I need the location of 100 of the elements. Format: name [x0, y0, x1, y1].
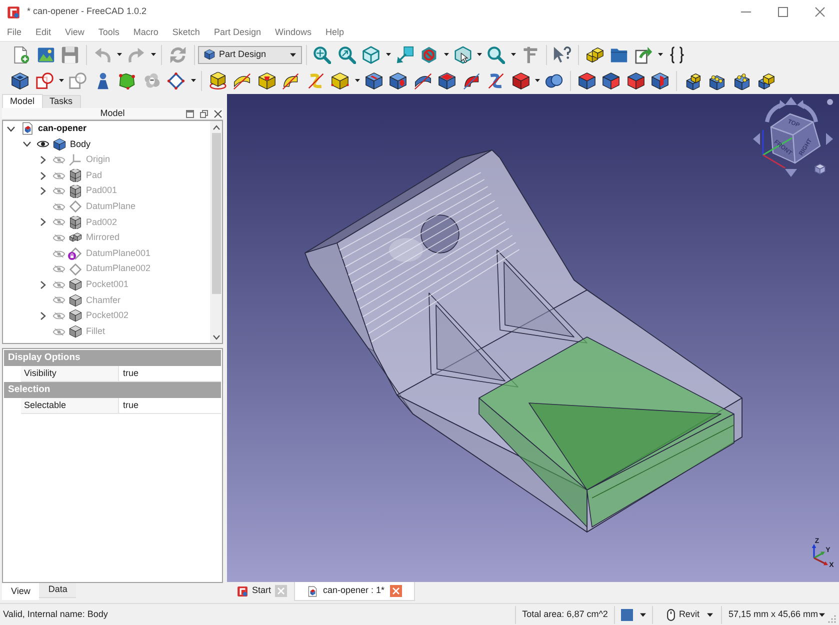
scrollbar-thumb[interactable]: [212, 133, 220, 294]
chevron-right-icon[interactable]: [39, 218, 47, 226]
curved-band-icon[interactable]: [414, 72, 432, 90]
arrow-right-icon[interactable]: [826, 133, 833, 145]
cube-slot-icon[interactable]: [364, 72, 383, 90]
cube-ring-icon[interactable]: [208, 72, 227, 90]
cube-top-face-icon[interactable]: [578, 72, 596, 90]
caret-icon[interactable]: [150, 53, 156, 56]
chevron-right-icon[interactable]: [39, 156, 47, 164]
menu-item[interactable]: View: [58, 26, 92, 40]
chevron-down-icon[interactable]: [212, 334, 220, 340]
curved-band-icon[interactable]: [233, 72, 252, 90]
close-icon[interactable]: [214, 110, 222, 118]
magnifier-icon[interactable]: [487, 46, 506, 64]
wireframe-cube-icon[interactable]: [362, 46, 380, 64]
cube-marked-top-icon[interactable]: [258, 72, 276, 90]
property-value[interactable]: true: [119, 398, 221, 414]
arrow-left-icon[interactable]: [753, 133, 760, 145]
dimensions-button[interactable]: 57,15 mm x 45,66 mm: [728, 608, 825, 622]
menu-item[interactable]: Edit: [28, 26, 58, 40]
menu-item[interactable]: Help: [318, 26, 351, 40]
cube-icon[interactable]: [512, 72, 530, 90]
menu-item[interactable]: Windows: [268, 26, 318, 40]
caret-icon[interactable]: [444, 53, 448, 56]
tree-item[interactable]: can-opener: [38, 122, 87, 136]
box-cursor-icon[interactable]: [454, 46, 472, 64]
chevron-right-icon[interactable]: [39, 172, 47, 180]
minimize-icon[interactable]: [740, 11, 750, 13]
circle-icon[interactable]: [827, 99, 833, 105]
tree-item[interactable]: Pocket001: [86, 278, 129, 292]
magnifier-arrow-icon[interactable]: [338, 46, 356, 64]
eye-icon[interactable]: [37, 140, 49, 148]
cube-stripe-icon[interactable]: [651, 72, 670, 90]
resize-grip-icon[interactable]: [828, 615, 836, 623]
sketch-shapes-icon[interactable]: [36, 72, 54, 90]
tab[interactable]: View: [2, 583, 40, 600]
tab[interactable]: Data: [39, 583, 76, 598]
tree-item[interactable]: DatumPlane: [86, 200, 136, 214]
rotate-left-icon[interactable]: [765, 100, 786, 122]
caret-icon[interactable]: [59, 79, 64, 82]
menu-item[interactable]: Sketch: [165, 26, 207, 40]
diamond-icon[interactable]: [167, 72, 186, 90]
menu-item[interactable]: Part Design: [206, 26, 268, 40]
tree-item[interactable]: Mirrored: [86, 231, 120, 245]
arrow-square-icon[interactable]: [396, 46, 414, 64]
notched-cube-icon[interactable]: [11, 72, 30, 90]
workbench-dropdown[interactable]: Part Design: [198, 46, 302, 64]
stacked-cubes-icon[interactable]: [757, 72, 776, 90]
caret-icon[interactable]: [510, 53, 516, 56]
chevron-right-icon[interactable]: [39, 312, 47, 320]
cursor-question-icon[interactable]: [553, 46, 572, 64]
faded-shapes-icon[interactable]: [69, 72, 88, 90]
cube-side-faces-icon[interactable]: [626, 72, 645, 90]
tree-item[interactable]: Pad001: [86, 184, 118, 198]
open-file-icon[interactable]: [36, 46, 55, 64]
tree-item[interactable]: Chamfer: [86, 294, 121, 308]
chevron-right-icon[interactable]: [39, 280, 47, 289]
property-group[interactable]: Selection: [4, 382, 221, 398]
cube-side-face-icon[interactable]: [602, 72, 620, 90]
close-icon[interactable]: [815, 7, 825, 17]
document-tab[interactable]: Start: [230, 582, 294, 600]
chevron-down-icon[interactable]: [7, 124, 15, 133]
overlapping-squares-icon[interactable]: [200, 110, 208, 118]
cube-icon[interactable]: [331, 72, 350, 90]
tree-item[interactable]: Fillet: [86, 324, 106, 338]
navigation-style-button[interactable]: Revit: [660, 608, 714, 622]
tree-item[interactable]: DatumPlane002: [86, 262, 151, 276]
document-tab[interactable]: can-opener : 1*: [294, 582, 415, 601]
save-icon[interactable]: [61, 46, 80, 64]
no-sign-hexagon-icon[interactable]: [420, 46, 438, 64]
bent-band-icon[interactable]: [282, 72, 300, 90]
tree-item[interactable]: Pad: [86, 168, 102, 182]
caret-icon[interactable]: [658, 53, 663, 56]
caret-icon[interactable]: [117, 53, 122, 56]
cube-dots-icon[interactable]: [732, 72, 751, 90]
bent-band-icon[interactable]: [462, 72, 481, 90]
braces-icon[interactable]: [668, 46, 686, 64]
tree-item[interactable]: Body: [70, 138, 91, 152]
maximize-icon[interactable]: [778, 7, 788, 17]
close-icon[interactable]: [390, 585, 402, 597]
tab[interactable]: Model: [2, 94, 43, 108]
caret-icon[interactable]: [477, 53, 482, 56]
squiggle-icon[interactable]: [306, 72, 325, 90]
cube-top-face-icon[interactable]: [438, 72, 456, 90]
property-group[interactable]: Display Options: [4, 350, 221, 366]
menu-item[interactable]: File: [0, 26, 29, 40]
new-document-icon[interactable]: [12, 46, 30, 64]
tree-item[interactable]: Origin: [86, 153, 110, 167]
tree-item[interactable]: Pocket002: [86, 309, 129, 323]
caret-icon[interactable]: [190, 79, 196, 82]
tree-item[interactable]: Pad002: [86, 216, 118, 230]
caliper-icon[interactable]: [520, 46, 539, 64]
caret-icon[interactable]: [354, 79, 360, 82]
blob-icon[interactable]: [118, 72, 136, 90]
window-icon[interactable]: [186, 110, 194, 118]
arrow-up-icon[interactable]: [785, 97, 797, 105]
arrow-down-icon[interactable]: [785, 169, 797, 177]
menu-item[interactable]: Tools: [91, 26, 126, 40]
small-cube-icon[interactable]: [814, 164, 826, 174]
color-button[interactable]: [618, 608, 648, 620]
